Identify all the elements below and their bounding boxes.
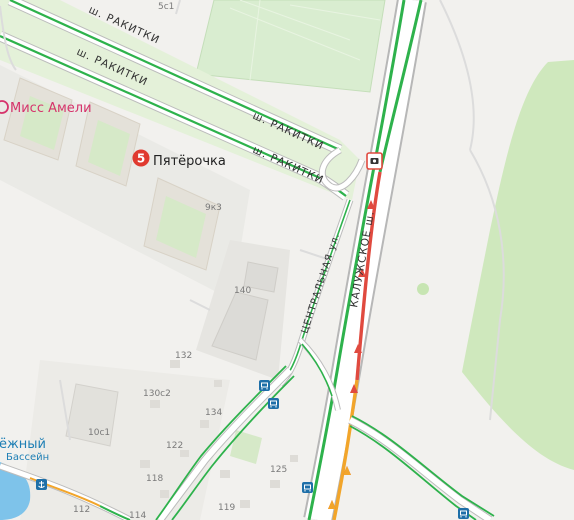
house-number: 132 xyxy=(175,351,192,361)
house-number: 112 xyxy=(73,505,90,515)
poi-basseyn[interactable]: ёжный Бассейн xyxy=(0,437,49,463)
park-dot xyxy=(417,283,429,295)
house-number: 118 xyxy=(146,474,163,484)
house-number: 10с1 xyxy=(88,428,110,438)
poi-label-basseyn: Бассейн xyxy=(6,452,49,463)
house-number: 134 xyxy=(205,408,222,418)
bus-stop-icon[interactable] xyxy=(458,508,469,519)
house-number: 140 xyxy=(234,286,251,296)
poi-miss-ameli[interactable]: Мисс Амели xyxy=(0,100,92,116)
camera-sign-icon[interactable] xyxy=(366,152,383,170)
store-badge: 5 xyxy=(137,152,145,166)
house-number: 119 xyxy=(218,503,235,513)
map-canvas[interactable]: ш. РАКИТКИ ш. РАКИТКИ ш. РАКИТКИ ш. РАКИ… xyxy=(0,0,574,520)
house-number: 9к3 xyxy=(205,203,222,213)
house-number: 5с1 xyxy=(158,2,174,12)
house-number: 130с2 xyxy=(143,389,171,399)
house-number: 125 xyxy=(270,465,287,475)
poi-label-miss-ameli: Мисс Амели xyxy=(10,101,92,116)
house-number: 114 xyxy=(129,511,146,520)
anchor-icon[interactable] xyxy=(36,479,47,490)
house-number: 122 xyxy=(166,441,183,451)
poi-label-pyaterochka: Пятёрочка xyxy=(153,154,226,169)
bus-stop-icon[interactable] xyxy=(268,398,279,409)
bus-stop-icon[interactable] xyxy=(302,482,313,493)
settlement-area xyxy=(20,360,230,520)
poi-label-basseyn-partial: ёжный xyxy=(0,437,46,452)
bus-stop-icon[interactable] xyxy=(259,380,270,391)
